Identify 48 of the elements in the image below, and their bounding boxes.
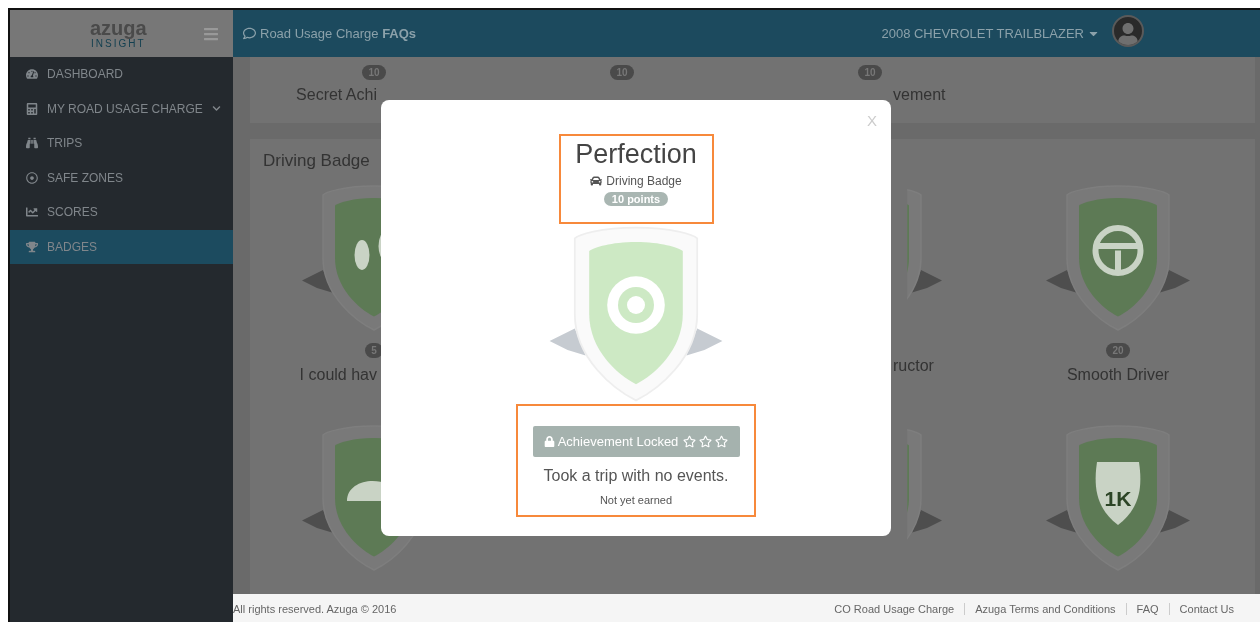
lock-icon <box>543 436 555 447</box>
chevron-icon <box>211 104 221 114</box>
avatar-icon[interactable] <box>1112 14 1144 47</box>
emblem-text: 1K <box>1104 486 1132 510</box>
calculator-icon <box>26 102 38 115</box>
vehicle-dropdown[interactable]: 2008 CHEVROLET TRAILBLAZER <box>881 26 1100 41</box>
footer-link[interactable]: CO Road Usage Charge <box>824 603 965 615</box>
scores-icon <box>26 206 38 219</box>
comment-icon <box>243 27 256 40</box>
faq-link[interactable]: Road Usage Charge FAQs <box>243 26 417 41</box>
badge-title: I could hav <box>298 366 378 384</box>
sidebar-label: DASHBOARD <box>47 67 123 82</box>
trips-icon <box>26 137 38 150</box>
star-icon <box>699 435 713 448</box>
sidebar-label: SCORES <box>47 205 98 220</box>
footer-link[interactable]: Azuga Terms and Conditions <box>964 603 1126 615</box>
sidebar-item[interactable]: SCORES <box>10 195 233 230</box>
badge-category: Driving Badge <box>590 174 682 188</box>
star-icon <box>683 435 697 448</box>
badge-title: Smooth Driver <box>1065 366 1171 384</box>
sidebar-item[interactable]: DASHBOARD <box>10 57 233 92</box>
badges-icon <box>26 240 38 253</box>
sidebar-label: SAFE ZONES <box>47 170 123 185</box>
dialog-title: Perfection <box>575 139 697 170</box>
menu-icon[interactable] <box>203 25 219 42</box>
badge-title: Secret Achi <box>295 86 378 104</box>
badge-description: Took a trip with no events. <box>543 467 729 485</box>
star-icon <box>715 435 729 448</box>
zones-icon <box>26 171 38 184</box>
sidebar-item[interactable]: MY ROAD USAGE CHARGE <box>10 91 233 126</box>
footer-link[interactable]: Contact Us <box>1168 603 1244 615</box>
car-icon <box>590 175 603 187</box>
achievement-locked-button[interactable]: Achievement Locked <box>532 426 740 457</box>
badge-title: vement <box>892 86 947 104</box>
logo-tagline: INSIGHT <box>91 38 146 49</box>
badge-title: ructor <box>892 357 935 375</box>
sidebar-item[interactable]: BADGES <box>10 229 233 264</box>
footer-link[interactable]: FAQ <box>1125 603 1169 615</box>
sidebar-label: TRIPS <box>47 136 83 151</box>
sidebar-label: BADGES <box>47 239 97 254</box>
sidebar-item[interactable]: TRIPS <box>10 126 233 161</box>
dashboard-icon <box>26 68 38 81</box>
card-title: Driving Badge <box>262 150 371 172</box>
points-pill: 10 points <box>603 192 669 206</box>
earned-status: Not yet earned <box>599 494 673 506</box>
sidebar-item[interactable]: SAFE ZONES <box>10 160 233 195</box>
copyright-text: All rights reserved. Azuga © 2016 <box>233 603 397 615</box>
sidebar-label: MY ROAD USAGE CHARGE <box>47 101 203 116</box>
